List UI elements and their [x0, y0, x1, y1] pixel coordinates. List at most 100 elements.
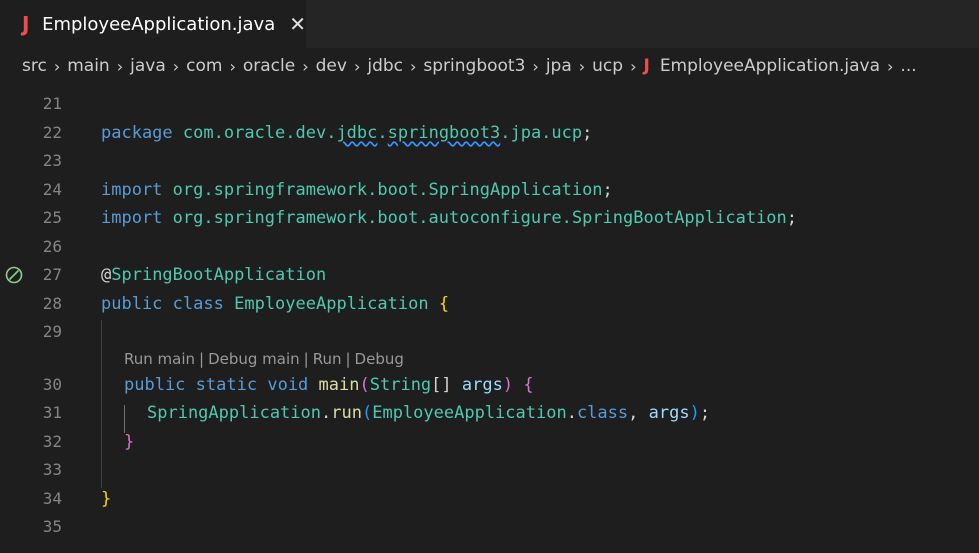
breadcrumb-src[interactable]: src	[22, 56, 47, 76]
line-number: 28	[42, 294, 62, 313]
punctuation: .	[321, 403, 332, 423]
annotation: SpringBootApplication	[111, 265, 327, 285]
keyword: class	[172, 294, 224, 314]
punctuation: ;	[786, 208, 798, 228]
namespace-warning: springboot3	[387, 123, 501, 143]
parameter: args	[648, 403, 690, 423]
line-number: 23	[42, 151, 62, 170]
keyword: public	[124, 375, 186, 395]
brace: {	[523, 375, 534, 395]
chevron-right-icon: ›	[353, 56, 361, 76]
debug-main-link[interactable]: Debug main	[208, 350, 300, 368]
tab-employee-application[interactable]: J EmployeeApplication.java ✕	[0, 0, 306, 48]
codelens-separator: |	[303, 350, 309, 368]
line-number: 26	[42, 237, 62, 256]
line-number: 22	[42, 123, 62, 142]
function-name: main	[318, 375, 360, 395]
keyword: class	[576, 403, 629, 423]
line-number: 25	[42, 208, 62, 227]
java-file-icon: J	[643, 56, 650, 76]
codelens-separator: |	[345, 350, 351, 368]
chevron-right-icon: ›	[578, 56, 586, 76]
breadcrumb-java[interactable]: java	[130, 56, 166, 76]
breadcrumb-file[interactable]: EmployeeApplication.java	[660, 56, 880, 76]
code-line: 21	[0, 90, 979, 118]
breadcrumb-com[interactable]: com	[186, 56, 222, 76]
paren: )	[689, 403, 700, 423]
line-number: 24	[42, 180, 62, 199]
breadcrumb-springboot3[interactable]: springboot3	[423, 56, 525, 76]
code-line: 33	[0, 456, 979, 484]
codelens: Run main | Debug main | Run | Debug	[124, 348, 404, 370]
breadcrumb-jpa[interactable]: jpa	[546, 56, 572, 76]
chevron-right-icon: ›	[532, 56, 539, 76]
chevron-right-icon: ›	[887, 56, 894, 76]
code-line: 29	[0, 318, 979, 346]
class-name: SpringApplication	[428, 180, 603, 200]
breadcrumb-oracle[interactable]: oracle	[243, 56, 295, 76]
brace: }	[101, 489, 112, 509]
breadcrumb-main[interactable]: main	[67, 56, 109, 76]
annotation-at: @	[101, 265, 112, 285]
tab-bar: J EmployeeApplication.java ✕	[0, 0, 979, 48]
code-line: 27 @SpringBootApplication	[0, 261, 979, 289]
line-number: 27	[42, 265, 62, 284]
keyword: import	[101, 180, 163, 200]
keyword: import	[101, 208, 163, 228]
code-line: 24 import org.springframework.boot.Sprin…	[0, 176, 979, 204]
code-line: 30 public static void main(String[] args…	[0, 371, 979, 399]
run-link[interactable]: Run	[313, 350, 342, 368]
breadcrumb-jdbc[interactable]: jdbc	[367, 56, 403, 76]
punctuation: .	[566, 403, 577, 423]
code-line: 23	[0, 147, 979, 175]
punctuation: ,	[628, 403, 649, 423]
punctuation: []	[431, 375, 452, 395]
code-line: 32 }	[0, 428, 979, 456]
code-line: 28 public class EmployeeApplication {	[0, 290, 979, 318]
brace: }	[124, 432, 135, 452]
class-name: EmployeeApplication	[372, 403, 567, 423]
codelens-separator: |	[199, 350, 205, 368]
run-main-link[interactable]: Run main	[124, 350, 195, 368]
punctuation: ;	[582, 123, 593, 143]
tab-title: EmployeeApplication.java	[42, 13, 276, 35]
brace: {	[438, 294, 450, 314]
chevron-right-icon: ›	[53, 56, 61, 76]
chevron-right-icon: ›	[172, 56, 180, 76]
code-editor[interactable]: 21 22 package com.oracle.dev.jdbc.spring…	[0, 90, 979, 553]
breadcrumb-ucp[interactable]: ucp	[592, 56, 623, 76]
code-line: 26	[0, 233, 979, 261]
namespace: .	[377, 123, 388, 143]
class-name: SpringBootApplication	[571, 208, 787, 228]
parameter: args	[461, 375, 503, 395]
namespace: org.springframework.boot.	[172, 180, 429, 200]
namespace: .jpa.ucp	[500, 123, 583, 143]
close-icon[interactable]: ✕	[289, 12, 306, 36]
breadcrumb-more[interactable]: ...	[900, 56, 916, 76]
keyword: void	[267, 375, 309, 395]
code-line: 35	[0, 513, 979, 541]
line-number: 29	[42, 322, 62, 341]
java-file-icon: J	[22, 12, 30, 36]
keyword: package	[101, 123, 173, 143]
debug-link[interactable]: Debug	[355, 350, 404, 368]
class-name: EmployeeApplication	[234, 294, 429, 314]
code-line: 25 import org.springframework.boot.autoc…	[0, 204, 979, 232]
class-name: SpringApplication	[147, 403, 321, 423]
namespace: org.springframework.boot.autoconfigure.	[172, 208, 572, 228]
breadcrumb-dev[interactable]: dev	[316, 56, 347, 76]
chevron-right-icon: ›	[410, 56, 417, 76]
breadcrumb: src › main › java › com › oracle › dev ›…	[22, 52, 972, 80]
line-number: 21	[42, 94, 62, 113]
code-line: 22 package com.oracle.dev.jdbc.springboo…	[0, 119, 979, 147]
line-number: 35	[42, 517, 62, 536]
line-number: 31	[42, 403, 62, 422]
punctuation: ;	[602, 180, 613, 200]
chevron-right-icon: ›	[229, 56, 236, 76]
chevron-right-icon: ›	[630, 56, 637, 76]
code-line: 34 }	[0, 485, 979, 513]
punctuation: ;	[699, 403, 711, 423]
function-name: run	[331, 403, 362, 423]
paren: (	[359, 375, 370, 395]
keyword: public	[101, 294, 163, 314]
